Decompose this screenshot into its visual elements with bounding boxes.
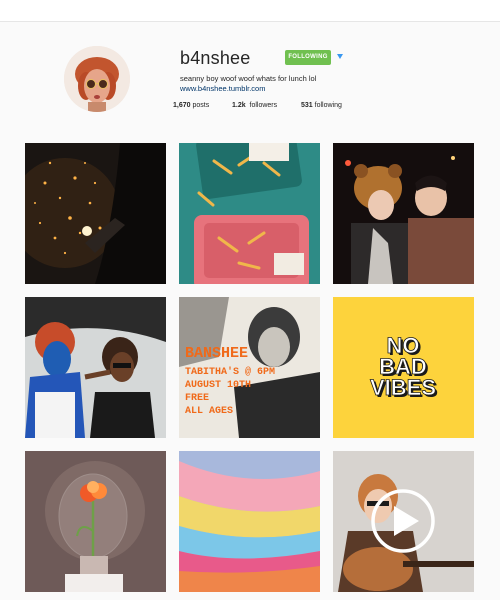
post-tile-face-paint[interactable] <box>25 297 166 438</box>
following-value: 531 <box>301 102 313 109</box>
posts-count: 1,670 posts <box>173 102 209 109</box>
top-bar <box>0 0 500 22</box>
poster-title: BANSHEE <box>185 345 248 362</box>
poster-line-4: ALL AGES <box>185 406 233 417</box>
following-button[interactable]: FOLLOWING <box>285 50 331 65</box>
sign-line-3: VIBES <box>370 375 436 400</box>
profile-bio: seanny boy woof woof whats for lunch lol <box>180 74 317 83</box>
post-tile-light-bulb-rose[interactable] <box>25 451 166 592</box>
photo-grid: BANSHEE TABITHA'S @ 6PM AUGUST 10TH FREE… <box>25 143 474 600</box>
followers-label: followers <box>249 102 278 109</box>
post-tile-guitar-video[interactable] <box>333 451 474 592</box>
post-tile-event-poster[interactable]: BANSHEE TABITHA'S @ 6PM AUGUST 10TH FREE… <box>179 297 320 438</box>
post-tile-paint-strokes[interactable] <box>179 451 320 592</box>
following-label: following <box>314 102 342 109</box>
dropdown-arrow-icon[interactable] <box>337 54 343 59</box>
posts-value: 1,670 <box>173 102 191 109</box>
profile-username: b4nshee <box>180 48 251 68</box>
followers-value: 1.2k <box>232 102 246 109</box>
following-count[interactable]: 531 following <box>301 102 342 109</box>
post-tile-sparkler[interactable] <box>25 143 166 284</box>
followers-count[interactable]: 1.2k followers <box>232 102 277 109</box>
profile-avatar[interactable] <box>64 46 130 112</box>
poster-line-2: AUGUST 10TH <box>185 380 251 391</box>
post-tile-no-bad-vibes[interactable]: NO BAD VIBES NO BAD VIBES <box>333 297 474 438</box>
post-tile-fries-trays[interactable] <box>179 143 320 284</box>
profile-website-link[interactable]: www.b4nshee.tumblr.com <box>180 84 265 93</box>
posts-label: posts <box>192 102 210 109</box>
post-tile-friends-bear-hat[interactable] <box>333 143 474 284</box>
poster-line-1: TABITHA'S @ 6PM <box>185 366 275 378</box>
poster-line-3: FREE <box>185 393 209 404</box>
